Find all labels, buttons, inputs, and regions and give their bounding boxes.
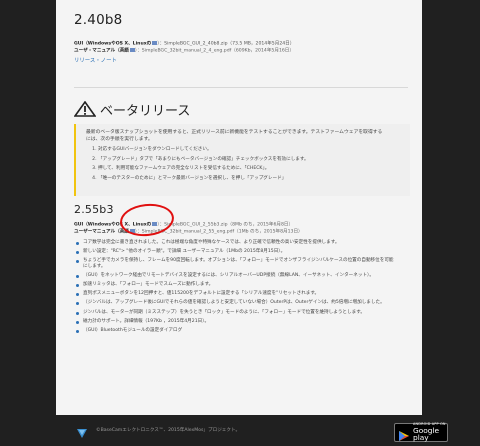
beta-steps-list: 対応するGUIバージョンをダウンロードしてください。 「アップグレード」タブで「… — [86, 145, 398, 183]
gui-download-row-240: GUI（WindowsやOS X、Linuxの ）：SimpleBGC_GUI_2… — [74, 41, 294, 48]
divider — [74, 87, 408, 88]
warning-icon — [73, 100, 97, 117]
changelog-item: ちょうど手でカメラを保持し、フレームを90度回転します。オプションは、「フォロー… — [74, 258, 394, 270]
manual-file-link[interactable]: ）：SimpleBGC_32bit_manual_2_55_eng.pdf（1M… — [135, 230, 303, 235]
manual-label: ユーザーマニュアル（英語 — [74, 229, 129, 235]
changelog-item: 磁力計のサポート。詳細情報（197Kb ，2015年4月21日）。 — [74, 319, 394, 325]
google-play-icon — [398, 427, 410, 441]
manual-download-row-240: ユーザ・マニュアル（英語 ）：SimpleBGC_32bit_manual_2_4… — [74, 48, 294, 55]
changelog-list: コア数学は完全に書き直されました。これは極端な角度や特殊なケースでは、より正確で… — [74, 240, 394, 337]
beta-step: 「アップグレード」タブで「あまりにもベータバージョンの確認」チェックボックスを有… — [98, 155, 398, 165]
basecam-logo-icon — [76, 424, 88, 438]
changelog-item: （ジンバルは、アップグレード後にGUIでそれらの値を確認しようと安定していない場… — [74, 300, 394, 306]
beta-title: ベータリリース — [100, 103, 191, 119]
beta-step: 押して、利用可能なファームウェアの完全なリストを受信するために、「CHECK」。 — [98, 164, 398, 174]
version-title-255: 2.55b3 — [74, 203, 114, 216]
changelog-item: 新しい設定："RC"> "他のオイラー順"。で詳細 ユーザーマニュアル（1Mbの… — [74, 249, 394, 255]
beta-info-box: 最新のベータ版スナップショットを使用すると、正式リリース前に新機能をテストするこ… — [74, 124, 410, 196]
changelog-item: 直列ポスメニューボタンを12回押すと、値115200をデフォルトに設定する「シリ… — [74, 291, 394, 297]
changelog-item: （GUI）Bluetoothモジュールの設定ダイアログ — [74, 328, 394, 334]
changelog-item: （GUI）をネットワーク経由でリモートデバイスを設定するには、シリアルオーバーU… — [74, 273, 394, 279]
google-play-text: ANDROID APP ON Google play — [413, 422, 447, 443]
gui-file-link[interactable]: ）：SimpleBGC_GUI_2_40b8.zip（73.5 MB，2014年… — [157, 42, 294, 47]
beta-intro-text: 最新のベータ版スナップショットを使用すると、正式リリース前に新機能をテストするこ… — [86, 130, 383, 142]
version-title-240: 2.40b8 — [74, 12, 123, 28]
changelog-item: ジンバルは、モーターが同期（ミスステップ）を失うとき「ロック」モードのように、「… — [74, 310, 394, 316]
beta-step: 「唯一のテスターのために」とマーク最新バージョンを選択し、を押し「アップグレード… — [98, 174, 398, 184]
beta-header: ベータリリース — [73, 98, 191, 120]
manual-label: ユーザ・マニュアル（英語 — [74, 48, 129, 54]
manual-download-row-255: ユーザーマニュアル（英語 ）：SimpleBGC_32bit_manual_2_5… — [74, 229, 303, 236]
gui-label: GUI（WindowsやOS X、Linuxの — [74, 41, 152, 47]
changelog-item: コア数学は完全に書き直されました。これは極端な角度や特殊なケースでは、より正確で… — [74, 240, 394, 246]
google-play-badge[interactable]: ANDROID APP ON Google play — [394, 422, 448, 443]
gui-label: GUI（WindowsやOS X、Linuxの — [74, 222, 152, 228]
page-content: 2.40b8 GUI（WindowsやOS X、Linuxの ）：SimpleBG… — [56, 0, 422, 415]
changelog-item: 加速リミッタは、「フォロー」モードでスムーズに動作します。 — [74, 282, 394, 288]
badge-big-text: Google play — [413, 425, 440, 443]
gui-download-row-255: GUI（WindowsやOS X、Linuxの ）：SimpleBGC_GUI_2… — [74, 222, 293, 229]
release-notes-link[interactable]: リリース・ノート — [74, 56, 117, 64]
footer-copyright: ©BaseCamエレクトロニクス™、2015年AlexMos」プロジェクト。 — [96, 428, 241, 433]
gui-file-link[interactable]: ）：SimpleBGC_GUI_2_55b3.zip（8Mb のち，2015年6… — [157, 223, 293, 228]
beta-step: 対応するGUIバージョンをダウンロードしてください。 — [98, 145, 398, 155]
manual-file-link[interactable]: ）：SimpleBGC_32bit_manual_2_4_eng.pdf（609… — [135, 49, 294, 54]
